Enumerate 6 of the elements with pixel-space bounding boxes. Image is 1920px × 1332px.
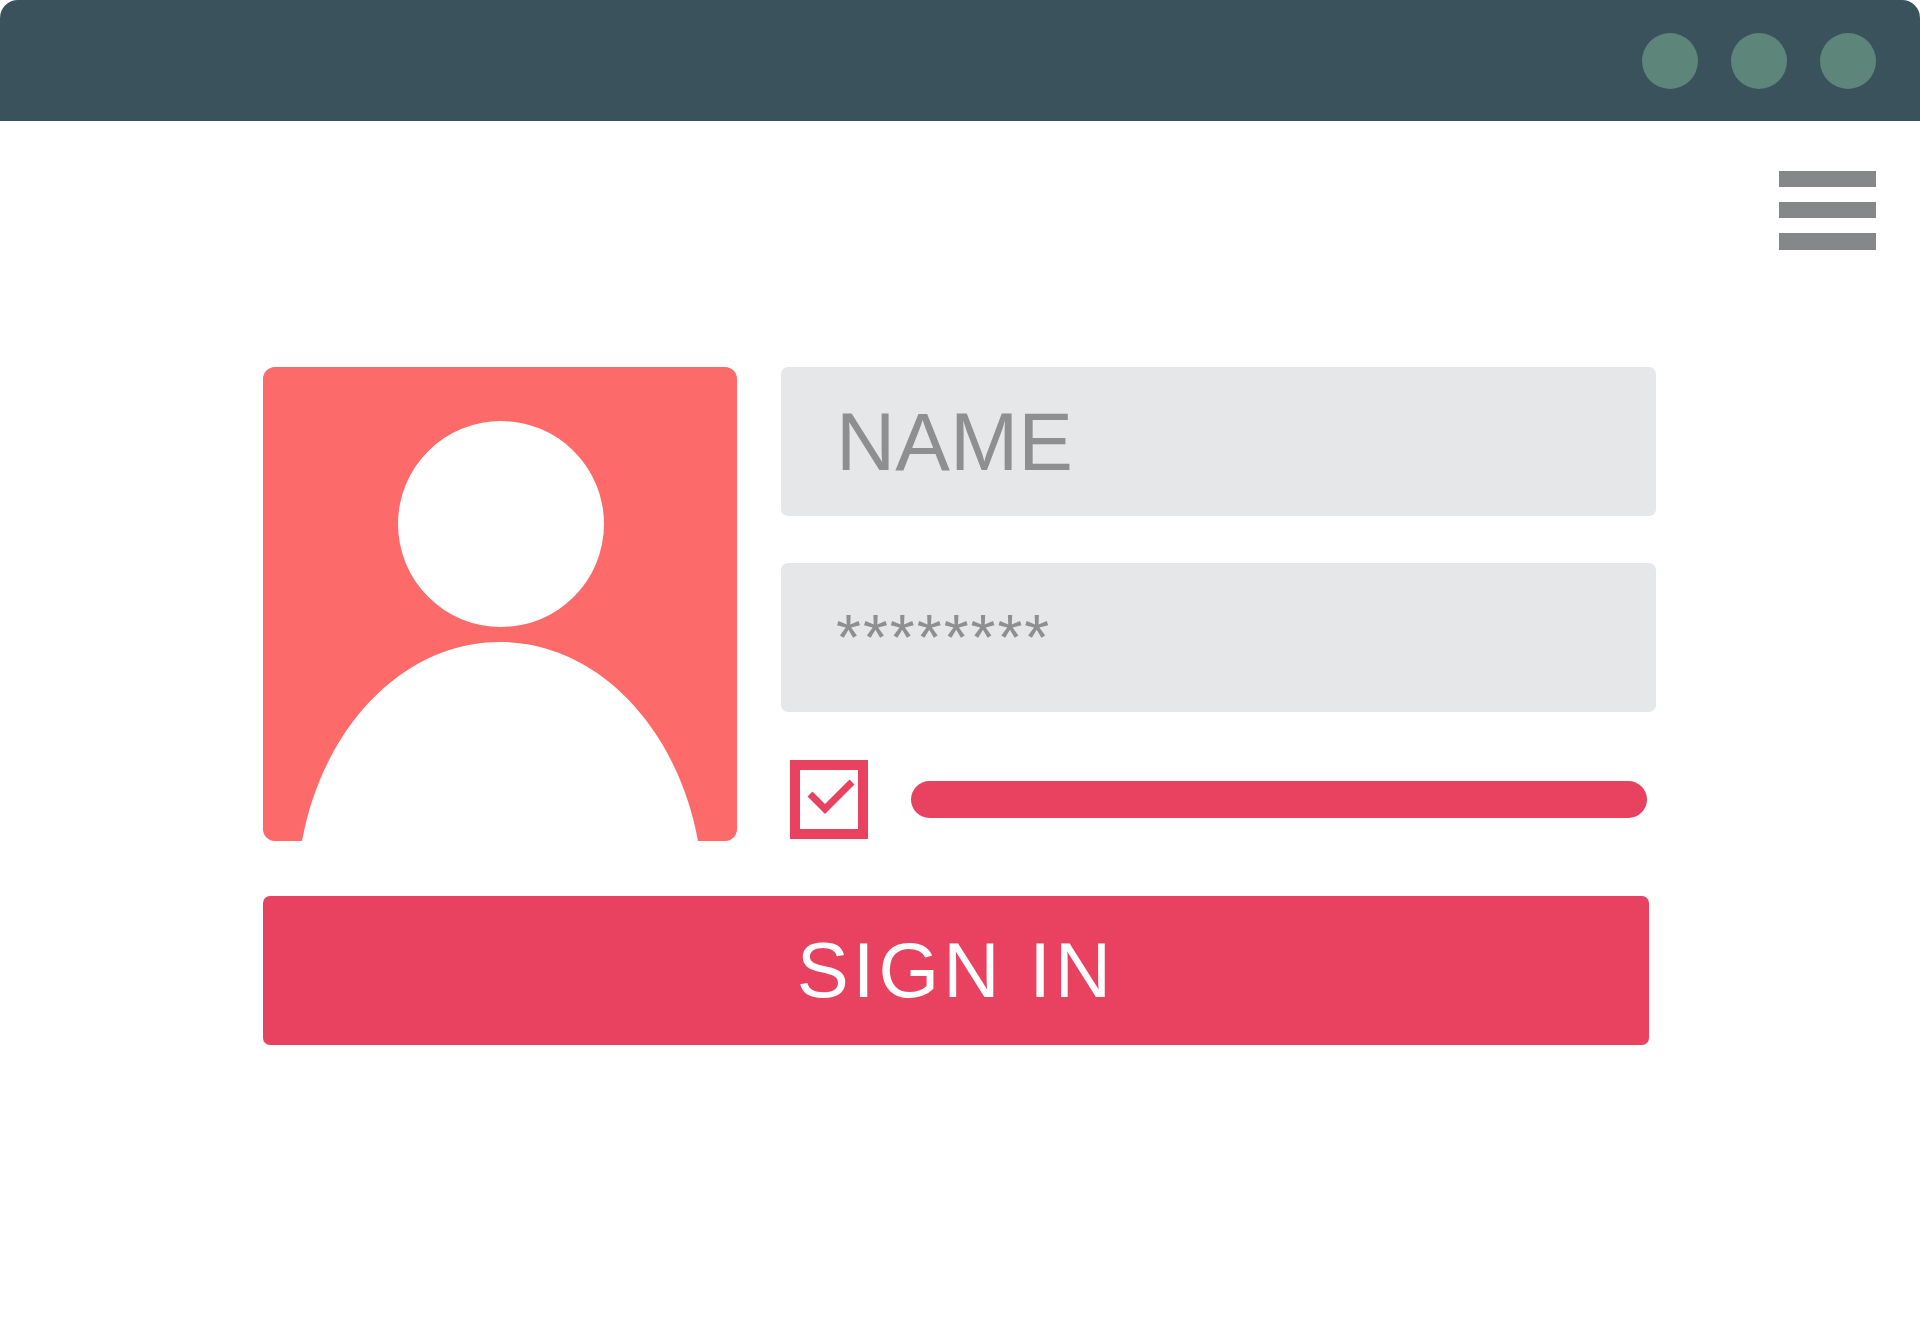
- password-field[interactable]: ********: [781, 563, 1656, 712]
- checkbox[interactable]: [790, 760, 868, 839]
- name-field[interactable]: NAME: [781, 367, 1656, 516]
- menu-icon[interactable]: [1779, 171, 1876, 250]
- avatar-icon: [263, 367, 737, 841]
- sign-in-button[interactable]: SIGN IN: [263, 896, 1649, 1045]
